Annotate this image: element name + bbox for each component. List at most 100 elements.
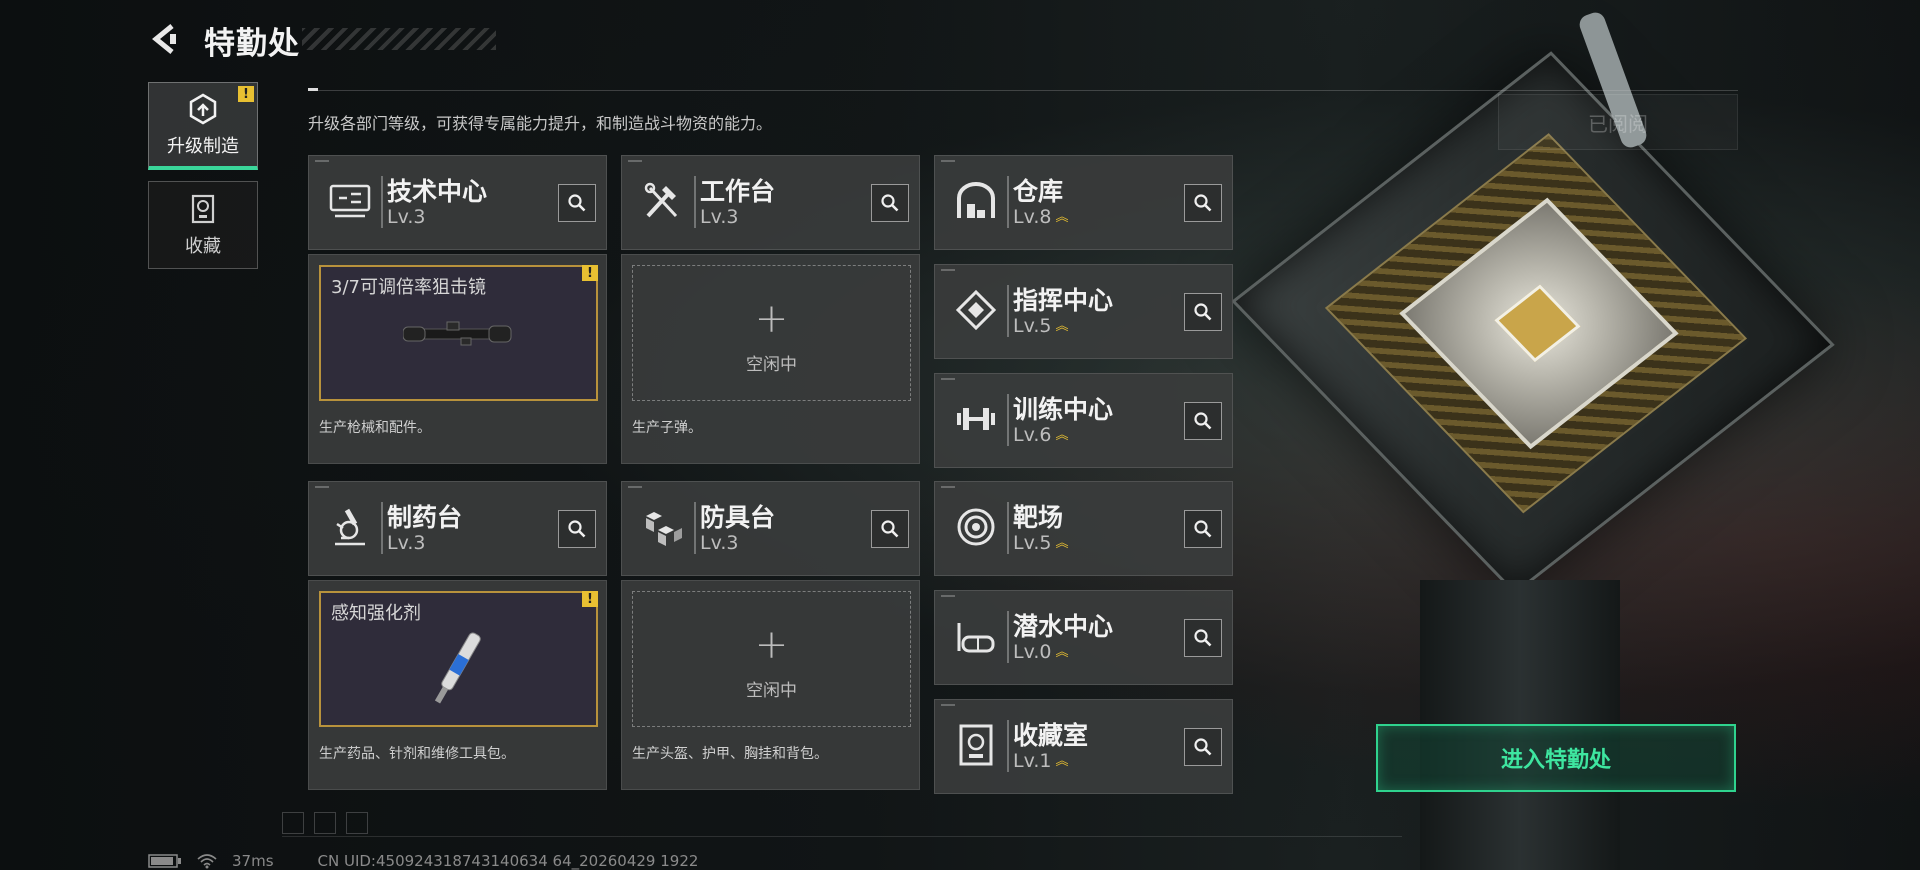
title-decoration bbox=[302, 28, 496, 50]
command-icon bbox=[955, 289, 997, 331]
dept-card-warehouse[interactable]: 仓库 Lv.8 ︽ bbox=[934, 155, 1233, 250]
dept-card-armor-bench[interactable]: 防具台 Lv.3 bbox=[621, 481, 920, 576]
tab-upgrade-make[interactable]: ! 升级制造 bbox=[148, 82, 258, 170]
battery-icon bbox=[148, 854, 181, 868]
warehouse-icon bbox=[957, 182, 995, 218]
dept-name: 训练中心 bbox=[1013, 395, 1114, 424]
search-button[interactable] bbox=[1184, 402, 1222, 440]
header-divider-tick bbox=[308, 88, 318, 91]
search-button[interactable] bbox=[871, 184, 909, 222]
dept-card-collection-room[interactable]: 收藏室 Lv.1 ︽ bbox=[934, 699, 1233, 794]
dept-name: 潜水中心 bbox=[1013, 612, 1114, 641]
add-icon: + bbox=[754, 622, 789, 668]
dept-level: Lv.5 bbox=[1013, 315, 1052, 337]
search-button[interactable] bbox=[1184, 728, 1222, 766]
dept-level: Lv.8 bbox=[1013, 206, 1052, 228]
enter-special-ops-button[interactable]: 进入特勤处 bbox=[1376, 724, 1736, 792]
dept-name: 技术中心 bbox=[387, 177, 488, 206]
tab-collection[interactable]: 收藏 bbox=[148, 181, 258, 269]
tab-label: 收藏 bbox=[185, 236, 221, 257]
dept-name: 收藏室 bbox=[1013, 721, 1089, 750]
production-slot-idle[interactable]: + 空闲中 bbox=[632, 265, 911, 401]
scope-icon bbox=[403, 321, 512, 346]
alert-badge: ! bbox=[582, 265, 598, 281]
idle-status: 空闲中 bbox=[746, 681, 797, 701]
magnifier-icon bbox=[1194, 738, 1212, 756]
search-button[interactable] bbox=[1184, 619, 1222, 657]
dept-level: Lv.0 bbox=[1013, 641, 1052, 663]
search-button[interactable] bbox=[1184, 184, 1222, 222]
tools-icon bbox=[644, 182, 678, 218]
tab-label: 升级制造 bbox=[167, 135, 239, 157]
search-button[interactable] bbox=[871, 510, 909, 548]
target-icon bbox=[957, 508, 995, 546]
dept-name: 仓库 bbox=[1013, 177, 1064, 206]
dept-card-diving-center[interactable]: 潜水中心 Lv.0 ︽ bbox=[934, 590, 1233, 685]
wifi-icon bbox=[197, 854, 217, 869]
alert-badge: ! bbox=[582, 591, 598, 607]
user-uid: CN UID:450924318743140634 64_20260429 19… bbox=[317, 852, 699, 870]
page-title: 特勤处 bbox=[204, 26, 300, 62]
search-button[interactable] bbox=[1184, 510, 1222, 548]
read-status-button[interactable]: 已阅阅 bbox=[1498, 94, 1738, 150]
dept-card-shooting-range[interactable]: 靶场 Lv.5 ︽ bbox=[934, 481, 1233, 576]
idle-status: 空闲中 bbox=[746, 355, 797, 375]
production-slot-active[interactable]: ! 3/7可调倍率狙击镜 bbox=[319, 265, 598, 401]
production-description: 生产药品、针剂和维修工具包。 bbox=[319, 746, 515, 762]
production-panel-tech-center: ! 3/7可调倍率狙击镜 生产枪械和配件。 bbox=[308, 254, 607, 464]
dumbbell-icon bbox=[957, 408, 995, 430]
collection-icon bbox=[191, 194, 215, 224]
magnifier-icon bbox=[1194, 412, 1212, 430]
search-button[interactable] bbox=[558, 184, 596, 222]
magnifier-icon bbox=[1194, 194, 1212, 212]
dept-name: 制药台 bbox=[387, 503, 463, 532]
production-slot-idle[interactable]: + 空闲中 bbox=[632, 591, 911, 727]
production-panel-pharmacy: ! 感知强化剂 生产药品、针剂和维修工具包。 bbox=[308, 580, 607, 790]
dept-card-pharmacy[interactable]: 制药台 Lv.3 bbox=[308, 481, 607, 576]
upgrade-chevron-icon: ︽ bbox=[1055, 644, 1068, 660]
dept-name: 工作台 bbox=[700, 177, 776, 206]
alert-badge: ! bbox=[238, 86, 254, 102]
upgrade-chevron-icon: ︽ bbox=[1055, 427, 1068, 443]
search-button[interactable] bbox=[558, 510, 596, 548]
bottom-divider bbox=[282, 836, 1402, 837]
upgrade-chevron-icon: ︽ bbox=[1055, 209, 1068, 225]
production-slot-active[interactable]: ! 感知强化剂 bbox=[319, 591, 598, 727]
upgrade-chevron-icon: ︽ bbox=[1055, 318, 1068, 334]
search-button[interactable] bbox=[1184, 293, 1222, 331]
upgrade-chevron-icon: ︽ bbox=[1055, 535, 1068, 551]
production-description: 生产头盔、护甲、胸挂和背包。 bbox=[632, 746, 828, 762]
dept-card-training-center[interactable]: 训练中心 Lv.6 ︽ bbox=[934, 373, 1233, 468]
bottom-decor-icons bbox=[282, 812, 368, 834]
monitor-icon bbox=[329, 184, 371, 218]
dept-level: Lv.3 bbox=[700, 532, 739, 554]
production-panel-workbench: + 空闲中 生产子弹。 bbox=[621, 254, 920, 464]
magnifier-icon bbox=[1194, 629, 1212, 647]
status-bar: 37ms CN UID:450924318743140634 64_202604… bbox=[148, 852, 698, 870]
production-description: 生产枪械和配件。 bbox=[319, 420, 431, 436]
production-item-name: 感知强化剂 bbox=[331, 603, 421, 624]
dept-card-workbench[interactable]: 工作台 Lv.3 bbox=[621, 155, 920, 250]
page-subtitle: 升级各部门等级，可获得专属能力提升，和制造战斗物资的能力。 bbox=[308, 114, 773, 133]
dept-level: Lv.3 bbox=[387, 206, 426, 228]
back-arrow-icon[interactable] bbox=[148, 22, 182, 56]
dept-card-tech-center[interactable]: 技术中心 Lv.3 bbox=[308, 155, 607, 250]
dept-name: 防具台 bbox=[700, 503, 776, 532]
armor-blocks-icon bbox=[646, 512, 682, 546]
upgrade-chevron-icon: ︽ bbox=[1055, 753, 1068, 769]
injector-icon bbox=[434, 632, 481, 704]
magnifier-icon bbox=[1194, 520, 1212, 538]
diving-mask-icon bbox=[957, 623, 995, 653]
collection-room-icon bbox=[959, 724, 993, 766]
magnifier-icon bbox=[568, 520, 586, 538]
dept-level: Lv.5 bbox=[1013, 532, 1052, 554]
production-description: 生产子弹。 bbox=[632, 420, 702, 436]
dept-card-command-center[interactable]: 指挥中心 Lv.5 ︽ bbox=[934, 264, 1233, 359]
magnifier-icon bbox=[1194, 303, 1212, 321]
production-item-name: 3/7可调倍率狙击镜 bbox=[331, 277, 486, 298]
magnifier-icon bbox=[881, 194, 899, 212]
upgrade-make-icon bbox=[189, 93, 217, 124]
dept-level: Lv.1 bbox=[1013, 750, 1052, 772]
magnifier-icon bbox=[568, 194, 586, 212]
dept-level: Lv.6 bbox=[1013, 424, 1052, 446]
